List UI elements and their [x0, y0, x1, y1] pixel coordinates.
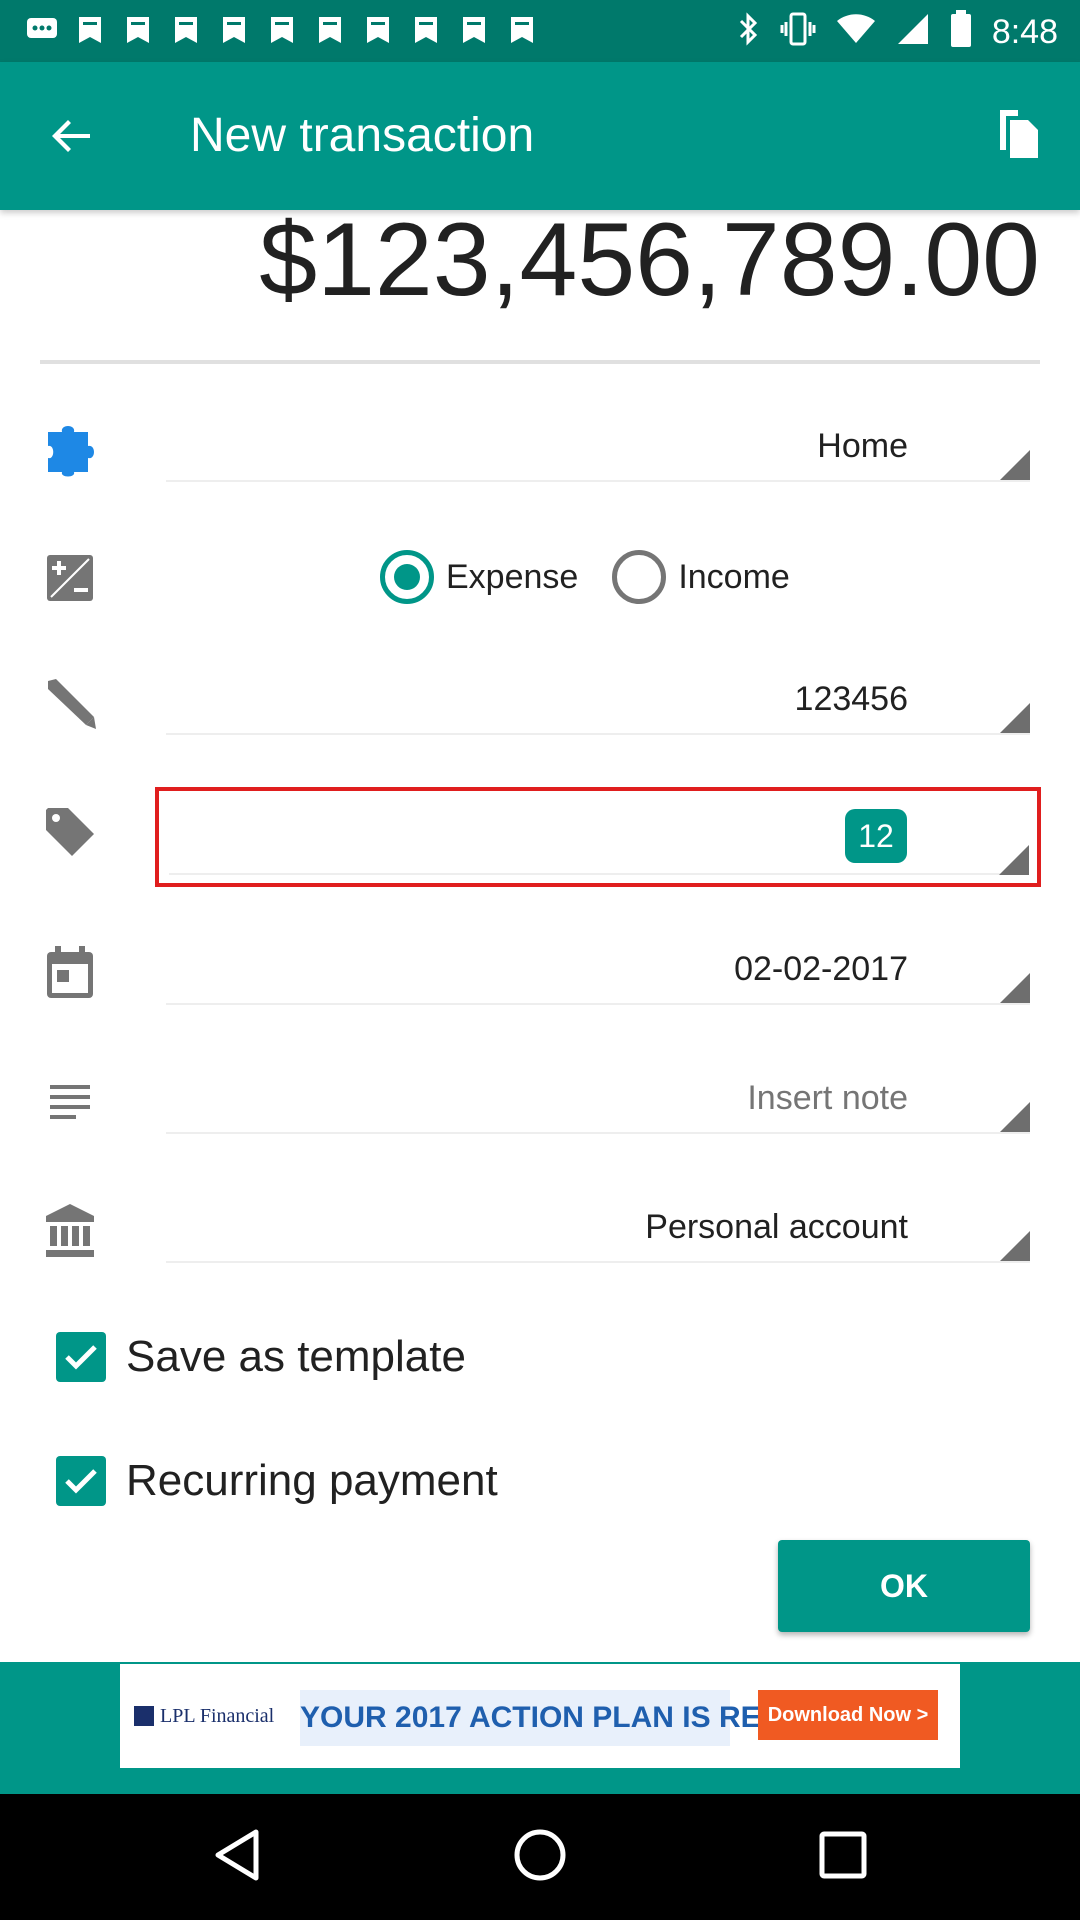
system-status-icons: 8:48: [738, 10, 1058, 53]
recurring-label: Recurring payment: [126, 1456, 498, 1505]
notification-icon: [74, 14, 106, 46]
amount-display[interactable]: $123,456,789.00: [40, 210, 1040, 364]
calendar-icon: [42, 945, 98, 1001]
amount-value: $123,456,789.00: [259, 210, 1040, 318]
income-radio[interactable]: [612, 550, 667, 604]
status-bar: 8:48: [0, 0, 1080, 62]
ad-logo: LPL Financial: [134, 1696, 284, 1736]
dropdown-corner-icon: [1000, 450, 1030, 480]
save-template-checkbox[interactable]: [56, 1332, 106, 1382]
notification-icon: [314, 14, 346, 46]
back-button[interactable]: [40, 106, 104, 170]
dropdown-corner-icon: [1000, 1102, 1030, 1132]
date-field[interactable]: 02-02-2017: [166, 941, 1030, 1005]
nav-back-button[interactable]: [204, 1824, 270, 1890]
note-field[interactable]: Insert note: [166, 1070, 1030, 1134]
category-select[interactable]: Home: [166, 418, 1030, 482]
category-row: Home: [0, 400, 1080, 500]
tag-chip[interactable]: 12: [845, 809, 907, 863]
lpl-logo-icon: [134, 1706, 154, 1726]
date-value: 02-02-2017: [734, 950, 908, 988]
tags-underline: [169, 873, 1029, 875]
type-radio-group: Expense Income: [380, 550, 824, 604]
notification-icon: [410, 14, 442, 46]
ad-advertiser: LPL Financial: [160, 1704, 275, 1727]
puzzle-icon: [42, 422, 98, 478]
account-value: Personal account: [645, 1208, 908, 1246]
type-row: Expense Income: [0, 528, 1080, 628]
note-row: Insert note: [0, 1052, 1080, 1152]
app-bar: New transaction: [0, 62, 1080, 210]
notification-icon: [266, 14, 298, 46]
arrow-back-icon: [50, 114, 94, 163]
bluetooth-icon: [738, 11, 760, 52]
notification-icon: [458, 14, 490, 46]
nav-recents-button[interactable]: [810, 1824, 876, 1890]
signal-icon: [896, 12, 930, 51]
square-recents-icon: [818, 1830, 868, 1885]
income-label: Income: [678, 557, 790, 596]
chat-bubble-icon: [26, 14, 58, 46]
ad-cta-button[interactable]: Download Now >: [758, 1690, 938, 1740]
notes-icon: [42, 1074, 98, 1130]
nav-home-button[interactable]: [507, 1824, 573, 1890]
ok-button[interactable]: OK: [778, 1540, 1030, 1632]
tags-field[interactable]: 12: [155, 787, 1041, 887]
income-option[interactable]: Income: [612, 550, 790, 604]
recurring-checkbox[interactable]: [56, 1456, 106, 1506]
circle-home-icon: [513, 1828, 567, 1887]
note-placeholder: Insert note: [747, 1079, 908, 1117]
description-field[interactable]: 123456: [166, 671, 1030, 735]
plus-minus-icon: [42, 550, 98, 606]
notification-icon: [122, 14, 154, 46]
recurring-option[interactable]: Recurring payment: [56, 1449, 498, 1513]
copy-icon: [996, 108, 1040, 165]
wifi-icon: [836, 13, 876, 50]
dropdown-corner-icon: [1000, 703, 1030, 733]
dropdown-corner-icon: [1000, 973, 1030, 1003]
notification-icons: [26, 14, 538, 46]
notification-icon: [362, 14, 394, 46]
dropdown-corner-icon: [1000, 1231, 1030, 1261]
description-row: 123456: [0, 653, 1080, 753]
dropdown-corner-icon: [999, 845, 1029, 875]
save-template-option[interactable]: Save as template: [56, 1325, 466, 1389]
triangle-back-icon: [212, 1828, 262, 1887]
ad-area: LPL Financial YOUR 2017 ACTION PLAN IS R…: [0, 1662, 1080, 1794]
expense-radio[interactable]: [380, 550, 434, 604]
notification-icon: [170, 14, 202, 46]
account-row: Personal account: [0, 1181, 1080, 1281]
notification-icon: [506, 14, 538, 46]
bank-icon: [42, 1203, 98, 1259]
vibrate-icon: [780, 12, 816, 51]
status-time: 8:48: [991, 12, 1058, 51]
page-title: New transaction: [190, 109, 535, 162]
system-nav-bar: [0, 1794, 1080, 1920]
copy-button[interactable]: [986, 104, 1050, 168]
date-row: 02-02-2017: [0, 923, 1080, 1023]
battery-icon: [950, 10, 972, 53]
expense-label: Expense: [446, 557, 579, 596]
tag-icon: [42, 804, 98, 860]
expense-option[interactable]: Expense: [380, 550, 578, 604]
description-value: 123456: [794, 680, 908, 718]
account-select[interactable]: Personal account: [166, 1199, 1030, 1263]
category-value: Home: [817, 427, 908, 465]
notification-icon: [218, 14, 250, 46]
ad-headline: YOUR 2017 ACTION PLAN IS READY: [300, 1690, 824, 1746]
ad-banner[interactable]: LPL Financial YOUR 2017 ACTION PLAN IS R…: [120, 1664, 960, 1768]
save-template-label: Save as template: [126, 1332, 466, 1381]
pencil-icon: [42, 675, 98, 731]
